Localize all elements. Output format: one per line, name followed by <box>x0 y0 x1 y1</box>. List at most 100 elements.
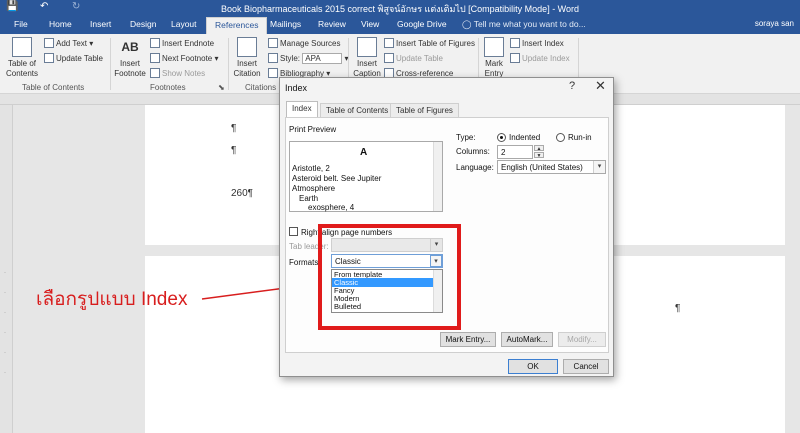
chevron-down-icon: ▾ <box>430 255 442 267</box>
ruler-tick: · <box>4 270 6 276</box>
tab-google-drive[interactable]: Google Drive <box>397 19 447 29</box>
formats-dropdown[interactable]: Classic ▾ <box>331 254 443 268</box>
dialog-launcher-icon[interactable]: ⬊ <box>218 83 225 92</box>
tab-insert[interactable]: Insert <box>90 19 111 29</box>
modify-button[interactable]: Modify... <box>558 332 606 347</box>
columns-input[interactable]: 2 <box>497 145 533 159</box>
tab-view[interactable]: View <box>361 19 379 29</box>
refresh-icon <box>510 53 520 63</box>
manage-sources-button[interactable]: Manage Sources <box>268 38 340 48</box>
caption-icon <box>357 37 377 57</box>
index-dialog[interactable]: Index ? ✕ Index Table of Contents Table … <box>279 77 614 377</box>
preview-entry: Earth <box>299 194 319 203</box>
insert-index-button[interactable]: Insert Index <box>510 38 564 48</box>
insert-caption-button[interactable]: Insert Caption <box>350 37 384 79</box>
refresh-icon <box>384 53 394 63</box>
group-divider <box>228 38 229 90</box>
mark-entry-icon <box>484 37 504 57</box>
group-label-toc: Table of Contents <box>22 83 85 92</box>
tab-file[interactable]: File <box>14 19 28 29</box>
paragraph-mark: ¶ <box>675 303 681 314</box>
update-table-button[interactable]: Update Table <box>44 53 103 63</box>
right-align-checkbox[interactable] <box>289 227 298 236</box>
type-indented-radio[interactable] <box>497 133 506 142</box>
type-indented-label: Indented <box>509 133 541 142</box>
chevron-down-icon: ▾ <box>593 161 605 173</box>
next-footnote-icon <box>150 53 160 63</box>
ruler-tick: · <box>4 290 6 296</box>
tab-layout[interactable]: Layout <box>171 19 197 29</box>
tab-home[interactable]: Home <box>49 19 72 29</box>
preview-entry: Atmosphere <box>292 184 336 193</box>
refresh-icon <box>44 53 54 63</box>
help-icon[interactable]: ? <box>569 80 575 92</box>
print-preview-label: Print Preview <box>289 125 337 134</box>
type-runin-radio[interactable] <box>556 133 565 142</box>
close-icon[interactable]: ✕ <box>595 78 606 94</box>
language-value: English (United States) <box>501 163 583 172</box>
columns-up-icon[interactable]: ▲ <box>534 145 544 152</box>
type-runin-label: Run-in <box>568 133 592 142</box>
formats-scrollbar[interactable] <box>433 270 442 312</box>
table-of-contents-button[interactable]: Table of Contents <box>4 37 40 79</box>
chevron-down-icon: ▾ <box>430 239 442 251</box>
manage-sources-icon <box>268 38 278 48</box>
table-of-contents-icon <box>12 37 32 57</box>
insert-footnote-button[interactable]: AB Insert Footnote <box>113 37 147 79</box>
update-table-figures-button[interactable]: Update Table <box>384 53 443 63</box>
vertical-ruler[interactable]: · · · · · · <box>0 105 13 433</box>
group-divider <box>110 38 111 90</box>
footnote-icon: AB <box>121 40 139 54</box>
preview-entry: Asteroid belt. See Jupiter <box>292 174 382 183</box>
add-text-icon <box>44 38 54 48</box>
print-preview-box: A Aristotle, 2 Asteroid belt. See Jupite… <box>289 141 443 212</box>
ruler-tick: · <box>4 330 6 336</box>
language-dropdown[interactable]: English (United States) ▾ <box>497 160 606 174</box>
ruler-tick: · <box>4 350 6 356</box>
tab-leader-dropdown[interactable]: ▾ <box>331 238 443 252</box>
tab-index[interactable]: Index <box>286 101 318 118</box>
style-dropdown[interactable]: APA <box>302 53 343 64</box>
preview-scrollbar[interactable] <box>433 142 442 211</box>
ruler-tick: · <box>4 310 6 316</box>
style-icon <box>268 53 278 63</box>
type-label: Type: <box>456 133 476 142</box>
automark-button[interactable]: AutoMark... <box>501 332 553 347</box>
page-number: 260¶ <box>231 188 254 199</box>
ok-button[interactable]: OK <box>508 359 558 374</box>
columns-down-icon[interactable]: ▼ <box>534 152 544 159</box>
tab-table-of-figures[interactable]: Table of Figures <box>390 103 459 117</box>
ribbon-tabs: File Home Insert Design Layout Reference… <box>0 16 800 34</box>
tab-references[interactable]: References <box>206 17 268 34</box>
dialog-title: Index <box>285 83 308 93</box>
next-footnote-button[interactable]: Next Footnote ▾ <box>150 53 219 63</box>
insert-endnote-button[interactable]: Insert Endnote <box>150 38 214 48</box>
tab-review[interactable]: Review <box>318 19 346 29</box>
update-index-button[interactable]: Update Index <box>510 53 570 63</box>
user-name[interactable]: soraya san <box>755 19 794 28</box>
tab-mailings[interactable]: Mailings <box>270 19 301 29</box>
show-notes-button[interactable]: Show Notes <box>150 68 205 78</box>
tab-design[interactable]: Design <box>130 19 156 29</box>
insert-table-of-figures-button[interactable]: Insert Table of Figures <box>384 38 475 48</box>
style-selector[interactable]: Style: APA ▾ <box>268 53 349 64</box>
format-option[interactable]: Bulleted <box>332 302 433 311</box>
tab-table-of-contents[interactable]: Table of Contents <box>320 103 395 117</box>
insert-citation-button[interactable]: Insert Citation <box>230 37 264 79</box>
cancel-button[interactable]: Cancel <box>563 359 609 374</box>
lightbulb-icon: ◯ <box>462 19 472 29</box>
mark-entry-button[interactable]: Mark Entry <box>480 37 508 79</box>
right-align-label: Right align page numbers <box>301 228 393 237</box>
title-bar: 💾 ↶ ↻ Book Biopharmaceuticals 2015 corre… <box>0 0 800 16</box>
document-title: Book Biopharmaceuticals 2015 correct พิส… <box>220 4 580 14</box>
tab-leader-label: Tab leader: <box>289 242 329 251</box>
preview-entry: Aristotle, 2 <box>292 164 330 173</box>
tell-me-search[interactable]: ◯ Tell me what you want to do... <box>462 19 586 30</box>
show-notes-icon <box>150 68 160 78</box>
endnote-icon <box>150 38 160 48</box>
mark-entry-dialog-button[interactable]: Mark Entry... <box>440 332 496 347</box>
paragraph-mark: ¶ <box>231 123 237 134</box>
add-text-button[interactable]: Add Text ▾ <box>44 38 93 48</box>
ruler-tick: · <box>4 370 6 376</box>
formats-option-list[interactable]: From template Classic Fancy Modern Bulle… <box>331 269 443 313</box>
